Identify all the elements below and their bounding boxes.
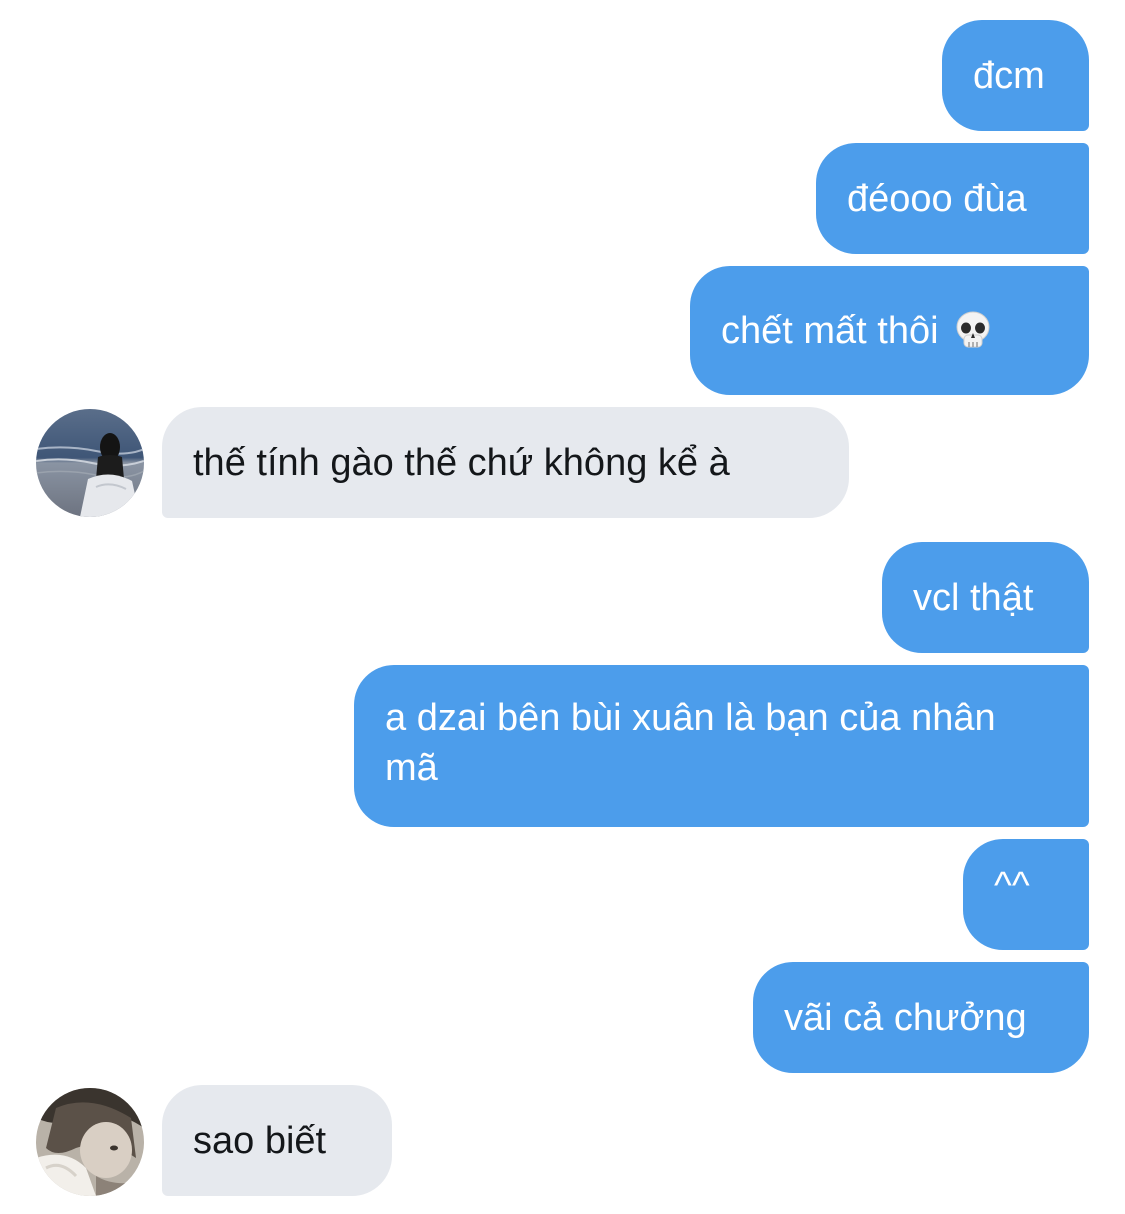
outgoing-message[interactable]: vãi cả chưởng (753, 962, 1089, 1073)
outgoing-message[interactable]: a dzai bên bùi xuân là bạn của nhân mã (354, 665, 1089, 827)
avatar-photo-beach (36, 409, 144, 517)
skull-icon (956, 311, 990, 347)
outgoing-message[interactable]: đcm (942, 20, 1089, 131)
contact-avatar[interactable] (36, 409, 144, 517)
outgoing-message[interactable]: ^^ (963, 839, 1089, 950)
message-text: a dzai bên bùi xuân là bạn của nhân mã (385, 697, 996, 789)
avatar-photo-portrait (36, 1088, 144, 1196)
message-text: thế tính gào thế chứ không kể à (193, 441, 730, 484)
message-text: đcm (973, 54, 1045, 97)
outgoing-message[interactable]: đéooo đùa (816, 143, 1089, 254)
message-text: đéooo đùa (847, 177, 1027, 220)
message-text: chết mất thôi (721, 309, 939, 352)
outgoing-message[interactable]: vcl thật (882, 542, 1089, 653)
incoming-message[interactable]: sao biết (162, 1085, 392, 1196)
message-text: vãi cả chưởng (784, 996, 1027, 1039)
contact-avatar[interactable] (36, 1088, 144, 1196)
message-text: vcl thật (913, 576, 1034, 619)
outgoing-message[interactable]: chết mất thôi (690, 266, 1089, 395)
incoming-message[interactable]: thế tính gào thế chứ không kể à (162, 407, 849, 518)
message-text: sao biết (193, 1119, 327, 1162)
message-text: ^^ (994, 865, 1030, 907)
